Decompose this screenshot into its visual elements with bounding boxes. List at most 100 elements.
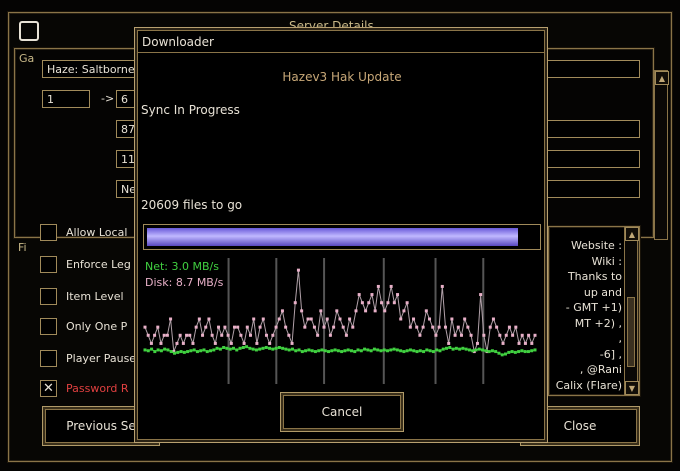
scroll-down-icon[interactable]: ▼ bbox=[625, 381, 639, 395]
downloader-dialog: Downloader Hazev3 Hak Update Sync In Pro… bbox=[134, 27, 548, 443]
disk-data-point bbox=[523, 341, 527, 345]
throughput-graph bbox=[143, 258, 537, 384]
net-data-point bbox=[287, 348, 291, 352]
net-data-point bbox=[356, 348, 360, 352]
net-data-point bbox=[297, 348, 301, 352]
disk-data-point bbox=[402, 309, 406, 313]
option-checkbox[interactable] bbox=[40, 288, 57, 305]
disk-data-point bbox=[415, 325, 419, 329]
disk-data-point bbox=[210, 333, 214, 337]
net-data-point bbox=[238, 346, 242, 350]
net-data-point bbox=[448, 346, 452, 349]
net-data-point bbox=[359, 349, 363, 353]
option-label: Player Pause bbox=[66, 352, 137, 365]
sync-status: Sync In Progress bbox=[141, 103, 240, 117]
option-label: Password R bbox=[66, 382, 129, 395]
option-label: Only One P bbox=[66, 320, 128, 333]
disk-data-point bbox=[223, 325, 227, 329]
disk-data-point bbox=[188, 333, 192, 337]
info-scrollbar[interactable]: ▲ ▼ bbox=[624, 226, 639, 396]
disk-data-point bbox=[514, 325, 518, 329]
disk-data-point bbox=[450, 317, 454, 321]
disk-data-point bbox=[271, 333, 275, 337]
disk-data-point bbox=[185, 333, 189, 337]
info-line: - GMT +1) bbox=[565, 301, 622, 314]
net-data-point bbox=[445, 346, 449, 350]
module-field[interactable]: Haze: Saltborne bbox=[42, 60, 138, 78]
info-line: Thanks to bbox=[567, 270, 622, 283]
net-data-point bbox=[372, 347, 376, 351]
option-checkbox[interactable] bbox=[40, 350, 57, 367]
net-data-point bbox=[497, 351, 501, 355]
net-data-point bbox=[422, 350, 426, 354]
disk-data-point bbox=[236, 325, 240, 329]
disk-data-point bbox=[475, 341, 479, 345]
disk-data-point bbox=[175, 341, 179, 345]
net-data-point bbox=[382, 348, 386, 352]
disk-data-point bbox=[332, 325, 336, 329]
net-data-point bbox=[507, 350, 511, 354]
net-data-point bbox=[166, 348, 170, 352]
net-data-point bbox=[376, 348, 380, 352]
net-data-point bbox=[205, 350, 209, 354]
net-data-point bbox=[159, 349, 163, 353]
option-checkbox[interactable] bbox=[40, 318, 57, 335]
disk-data-point bbox=[479, 293, 483, 297]
net-data-point bbox=[392, 347, 396, 351]
disk-data-point bbox=[453, 333, 457, 337]
disk-data-point bbox=[408, 325, 412, 329]
disk-data-point bbox=[501, 341, 505, 345]
disk-data-point bbox=[488, 325, 492, 329]
net-data-point bbox=[494, 350, 498, 354]
disk-data-point bbox=[207, 317, 211, 321]
scroll-thumb[interactable] bbox=[627, 297, 635, 367]
net-data-point bbox=[150, 347, 154, 351]
net-data-point bbox=[172, 351, 176, 355]
net-data-point bbox=[336, 349, 340, 353]
disk-data-point bbox=[284, 325, 288, 329]
info-line: MT +2) , bbox=[574, 316, 622, 330]
disk-data-point bbox=[280, 309, 284, 313]
cancel-button[interactable]: Cancel bbox=[280, 392, 404, 432]
net-data-point bbox=[294, 349, 298, 353]
disk-data-point bbox=[233, 325, 237, 329]
option-checkbox[interactable] bbox=[40, 224, 57, 241]
info-line: Wiki : bbox=[591, 254, 622, 268]
disk-data-point bbox=[440, 284, 444, 288]
net-data-point bbox=[231, 346, 235, 350]
settings-scrollbar[interactable]: ▲ bbox=[654, 70, 669, 240]
disk-data-point bbox=[520, 333, 524, 337]
option-checkbox-checked[interactable]: ✕ bbox=[40, 380, 57, 397]
game-section-label: Ga bbox=[19, 52, 35, 65]
net-data-point bbox=[340, 350, 344, 354]
disk-data-point bbox=[178, 333, 182, 337]
disk-data-point bbox=[306, 317, 310, 321]
disk-data-point bbox=[290, 341, 294, 345]
net-data-point bbox=[202, 348, 206, 352]
net-data-point bbox=[366, 348, 370, 352]
net-data-point bbox=[209, 349, 213, 353]
disk-data-point bbox=[491, 317, 495, 321]
net-data-point bbox=[343, 349, 347, 353]
disk-data-point bbox=[335, 309, 339, 313]
net-data-point bbox=[182, 350, 186, 354]
net-data-point bbox=[425, 348, 429, 352]
progress-fill bbox=[147, 228, 518, 246]
info-line: Website : bbox=[570, 239, 622, 252]
scroll-up-icon[interactable]: ▲ bbox=[655, 71, 669, 85]
window-logo bbox=[19, 21, 39, 41]
scroll-up-icon[interactable]: ▲ bbox=[625, 227, 639, 241]
net-data-point bbox=[153, 350, 157, 354]
option-checkbox[interactable] bbox=[40, 256, 57, 273]
player-min-field[interactable]: 1 bbox=[42, 90, 90, 108]
disk-data-point bbox=[201, 333, 205, 337]
net-data-point bbox=[274, 346, 278, 350]
disk-data-point bbox=[312, 325, 316, 329]
disk-data-point bbox=[191, 341, 195, 345]
net-data-point bbox=[458, 347, 462, 351]
net-data-point bbox=[163, 347, 167, 351]
disk-data-point bbox=[504, 333, 508, 337]
net-data-point bbox=[533, 348, 537, 352]
disk-data-point bbox=[405, 301, 409, 305]
net-data-point bbox=[395, 348, 399, 352]
